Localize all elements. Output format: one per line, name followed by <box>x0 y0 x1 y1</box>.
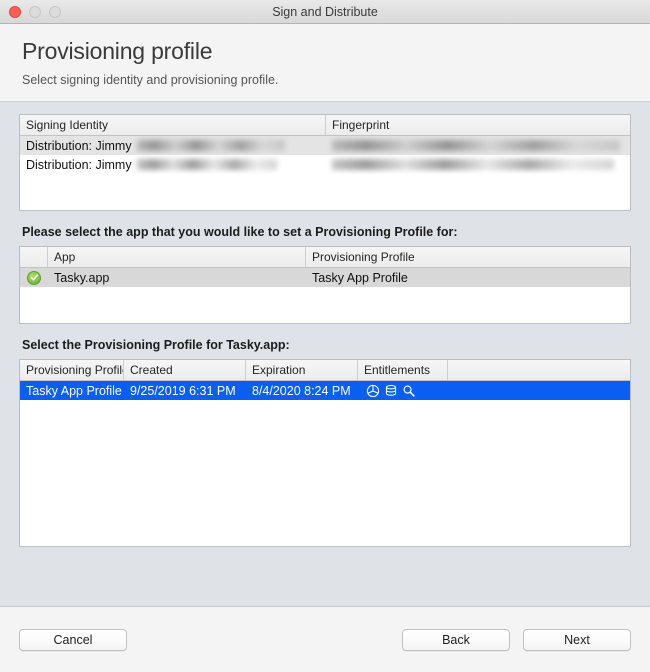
titlebar: Sign and Distribute <box>0 0 650 24</box>
window-title: Sign and Distribute <box>272 4 378 19</box>
icloud-database-icon[interactable] <box>384 384 398 398</box>
app-groups-icon[interactable] <box>366 384 380 398</box>
provisioning-profiles-table[interactable]: Provisioning Profile Created Expiration … <box>19 359 631 547</box>
maximize-button[interactable] <box>49 5 61 18</box>
dialog-body: Signing Identity Fingerprint Distributio… <box>0 102 650 606</box>
profile-name-cell: Tasky App Profile <box>26 383 122 398</box>
signing-identity-text: Distribution: Jimmy <box>26 157 132 172</box>
table-row[interactable]: Distribution: Jimmy <box>20 136 630 155</box>
app-name-cell: Tasky.app <box>54 270 110 285</box>
fingerprint-cell <box>326 155 630 174</box>
profiles-rows: Tasky App Profile 9/25/2019 6:31 PM 8/4/… <box>20 381 630 546</box>
keychain-search-icon[interactable] <box>402 384 416 398</box>
redacted-identity-bar <box>136 159 277 170</box>
green-check-icon <box>27 270 41 285</box>
apps-rows: Tasky.app Tasky App Profile <box>20 268 630 323</box>
redacted-identity-bar <box>136 140 285 151</box>
traffic-light-group <box>0 5 61 18</box>
close-button[interactable] <box>9 5 21 18</box>
signing-identity-header-row: Signing Identity Fingerprint <box>20 115 630 136</box>
app-profile-cell: Tasky App Profile <box>312 270 408 285</box>
signing-identity-table[interactable]: Signing Identity Fingerprint Distributio… <box>19 114 631 211</box>
profile-entitlements-cell <box>358 381 448 400</box>
column-header-app[interactable]: App <box>48 247 306 267</box>
page-subtitle: Select signing identity and provisioning… <box>22 72 279 87</box>
signing-identity-cell: Distribution: Jimmy <box>20 155 326 174</box>
column-header-provisioning-profile[interactable]: Provisioning Profile <box>20 360 124 380</box>
apps-header-row: App Provisioning Profile <box>20 247 630 268</box>
redacted-fingerprint-bar <box>332 140 620 151</box>
column-header-signing-identity[interactable]: Signing Identity <box>20 115 326 135</box>
app-check-cell[interactable] <box>20 268 48 287</box>
back-button[interactable]: Back <box>402 628 510 651</box>
fingerprint-cell <box>326 136 630 155</box>
table-row[interactable]: Tasky.app Tasky App Profile <box>20 268 630 287</box>
column-header-app-provisioning-profile[interactable]: Provisioning Profile <box>306 247 630 267</box>
profiles-header-row: Provisioning Profile Created Expiration … <box>20 360 630 381</box>
minimize-button[interactable] <box>29 5 41 18</box>
profile-spacer-cell <box>448 381 630 400</box>
sign-and-distribute-window: Sign and Distribute Provisioning profile… <box>0 0 650 672</box>
apps-section-label: Please select the app that you would lik… <box>22 225 458 239</box>
column-header-created[interactable]: Created <box>124 360 246 380</box>
column-header-fingerprint[interactable]: Fingerprint <box>326 115 630 135</box>
column-header-spacer[interactable] <box>448 360 630 380</box>
page-title: Provisioning profile <box>22 38 213 64</box>
redacted-fingerprint-bar <box>332 159 614 170</box>
profile-expiration-cell: 8/4/2020 8:24 PM <box>252 383 351 398</box>
column-header-expiration[interactable]: Expiration <box>246 360 358 380</box>
signing-identity-text: Distribution: Jimmy <box>26 138 132 153</box>
signing-identity-rows: Distribution: Jimmy Distribution: Jimmy <box>20 136 630 210</box>
column-header-check[interactable] <box>20 247 48 267</box>
cancel-button[interactable]: Cancel <box>19 628 127 651</box>
profile-created-cell: 9/25/2019 6:31 PM <box>130 383 236 398</box>
table-row[interactable]: Distribution: Jimmy <box>20 155 630 174</box>
footer-bar: Cancel Back Next <box>0 606 650 672</box>
column-header-entitlements[interactable]: Entitlements <box>358 360 448 380</box>
signing-identity-cell: Distribution: Jimmy <box>20 136 326 155</box>
header-band: Provisioning profile Select signing iden… <box>0 24 650 102</box>
entitlement-icon-group <box>364 384 416 398</box>
next-button[interactable]: Next <box>523 628 631 651</box>
profiles-section-label: Select the Provisioning Profile for Task… <box>22 338 290 352</box>
apps-table[interactable]: App Provisioning Profile Tasky.app Tasky… <box>19 246 631 324</box>
footer-right-group: Back Next <box>402 628 631 651</box>
table-row[interactable]: Tasky App Profile 9/25/2019 6:31 PM 8/4/… <box>20 381 630 400</box>
